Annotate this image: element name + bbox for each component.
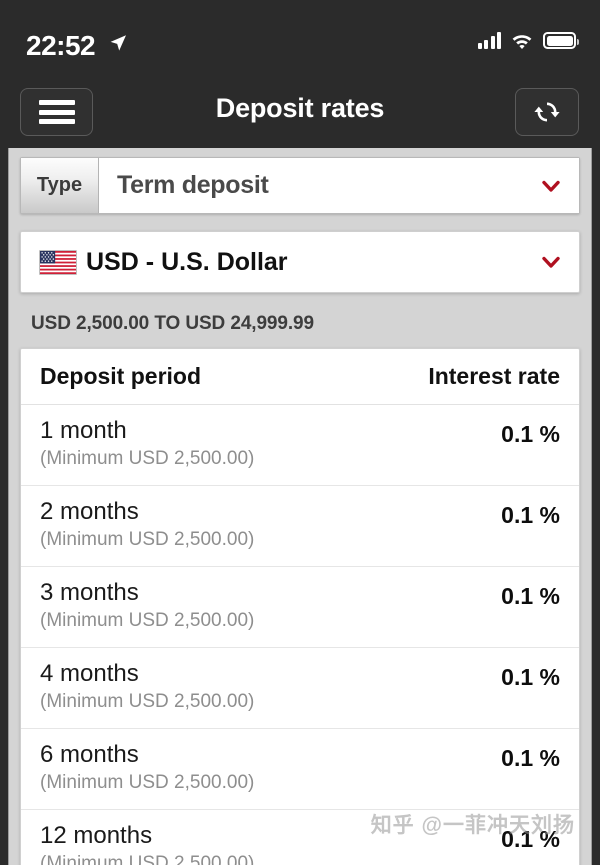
rate-row-left: 3 months (Minimum USD 2,500.00) <box>40 579 254 634</box>
table-row[interactable]: 12 months (Minimum USD 2,500.00) 0.1 % <box>21 810 579 865</box>
location-arrow-icon <box>110 35 126 51</box>
deposit-period-value: 3 months <box>40 579 139 606</box>
type-label: Type <box>21 158 99 213</box>
content-area: Type Term deposit USD - U.S. Dollar USD … <box>8 148 592 865</box>
currency-selector[interactable]: USD - U.S. Dollar <box>20 231 580 293</box>
chevron-down-icon <box>542 256 560 268</box>
page-title: Deposit rates <box>215 93 385 123</box>
wifi-icon <box>512 35 532 49</box>
battery-full-icon <box>543 32 579 49</box>
refresh-icon <box>534 102 560 122</box>
interest-rate-value: 0.1 % <box>501 664 560 690</box>
phone-screen: 22:52 Deposit rates Type Term deposit US… <box>0 0 600 865</box>
minimum-amount-note: (Minimum USD 2,500.00) <box>40 691 255 713</box>
cellular-signal-icon <box>477 32 501 49</box>
interest-rate-value: 0.1 % <box>501 826 560 852</box>
nav-bar: Deposit rates <box>0 78 600 148</box>
rate-row-left: 12 months (Minimum USD 2,500.00) <box>40 822 254 865</box>
status-time: 22:52 <box>26 30 96 61</box>
table-row[interactable]: 1 month (Minimum USD 2,500.00) 0.1 % <box>21 405 579 486</box>
interest-rate-value: 0.1 % <box>501 583 560 609</box>
chevron-down-icon <box>542 180 560 192</box>
rate-row-left: 1 month (Minimum USD 2,500.00) <box>40 417 254 472</box>
deposit-period-value: 2 months <box>40 498 139 525</box>
amount-range-caption: USD 2,500.00 TO USD 24,999.99 <box>31 313 314 334</box>
table-row[interactable]: 3 months (Minimum USD 2,500.00) 0.1 % <box>21 567 579 648</box>
minimum-amount-note: (Minimum USD 2,500.00) <box>40 610 255 632</box>
type-value-wrap[interactable]: Term deposit <box>99 158 579 213</box>
deposit-period-value: 6 months <box>40 741 139 768</box>
rate-row-left: 2 months (Minimum USD 2,500.00) <box>40 498 254 553</box>
currency-name: U.S. Dollar <box>161 247 288 276</box>
minimum-amount-note: (Minimum USD 2,500.00) <box>40 529 255 551</box>
status-indicators <box>477 32 579 49</box>
interest-rate-value: 0.1 % <box>501 745 560 771</box>
column-header-deposit-period: Deposit period <box>40 363 202 389</box>
deposit-type-selector[interactable]: Type Term deposit <box>20 157 580 214</box>
currency-separator: - <box>145 247 155 276</box>
interest-rate-value: 0.1 % <box>501 502 560 528</box>
minimum-amount-note: (Minimum USD 2,500.00) <box>40 772 255 794</box>
us-flag-icon <box>39 249 77 275</box>
refresh-button[interactable] <box>515 88 579 136</box>
table-row[interactable]: 4 months (Minimum USD 2,500.00) 0.1 % <box>21 648 579 729</box>
status-bar: 22:52 <box>0 0 600 78</box>
rate-row-left: 6 months (Minimum USD 2,500.00) <box>40 741 254 796</box>
interest-rate-value: 0.1 % <box>501 421 560 447</box>
deposit-period-value: 12 months <box>40 822 153 849</box>
table-row[interactable]: 2 months (Minimum USD 2,500.00) 0.1 % <box>21 486 579 567</box>
minimum-amount-note: (Minimum USD 2,500.00) <box>40 448 255 470</box>
minimum-amount-note: (Minimum USD 2,500.00) <box>40 853 255 865</box>
column-header-interest-rate: Interest rate <box>428 363 560 389</box>
currency-code: USD <box>86 247 139 276</box>
table-row[interactable]: 6 months (Minimum USD 2,500.00) 0.1 % <box>21 729 579 810</box>
deposit-period-value: 1 month <box>40 417 127 444</box>
currency-label: USD - U.S. Dollar <box>86 248 288 277</box>
table-header-row: Deposit period Interest rate <box>21 349 579 405</box>
rates-table: Deposit period Interest rate 1 month (Min… <box>20 348 580 865</box>
table-body: 1 month (Minimum USD 2,500.00) 0.1 % 2 mont… <box>21 405 579 865</box>
type-value: Term deposit <box>117 171 269 199</box>
deposit-period-value: 4 months <box>40 660 139 687</box>
rate-row-left: 4 months (Minimum USD 2,500.00) <box>40 660 254 715</box>
